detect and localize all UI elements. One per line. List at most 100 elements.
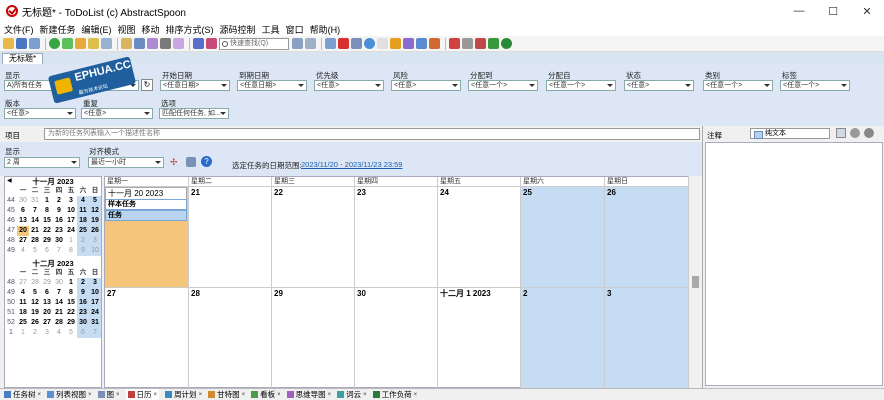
save-all-icon[interactable] <box>29 38 40 49</box>
mini-cal-day[interactable]: 14 <box>53 298 65 308</box>
tag-icon[interactable] <box>488 38 499 49</box>
save-icon[interactable] <box>16 38 27 49</box>
mini-cal-day[interactable]: 4 <box>17 246 29 256</box>
mini-cal-day[interactable]: 16 <box>53 216 65 226</box>
mini-cal-day[interactable]: 17 <box>89 298 101 308</box>
mini-cal-day[interactable]: 27 <box>41 318 53 328</box>
help-icon[interactable]: ? <box>201 156 212 167</box>
view-tab[interactable]: 任务树 × <box>4 389 41 400</box>
mini-cal-day[interactable]: 12 <box>89 206 101 216</box>
sort-icon[interactable] <box>325 38 336 49</box>
day-cell[interactable]: 21 <box>189 187 272 288</box>
day-cell[interactable]: 十一月 20 2023 样本任务 任务 <box>105 187 189 288</box>
comments-options-icon[interactable] <box>864 128 874 138</box>
close-tab-icon[interactable]: × <box>242 392 246 398</box>
mini-cal-day[interactable]: 20 <box>17 226 29 236</box>
view-tab[interactable]: 甘特图 × <box>208 389 245 400</box>
mini-cal-day[interactable]: 8 <box>65 288 77 298</box>
mini-cal-day[interactable]: 19 <box>29 308 41 318</box>
view-tab[interactable]: 周计划 × <box>165 389 202 400</box>
calendar-task[interactable]: 任务 <box>105 210 187 221</box>
mini-cal-day[interactable]: 13 <box>41 298 53 308</box>
mini-cal-day[interactable]: 6 <box>77 328 89 338</box>
close-tab-icon[interactable]: × <box>414 392 418 398</box>
comments-format-combo[interactable]: 纯文本 <box>750 128 830 139</box>
align-mode-combo[interactable]: 最近一小时 <box>88 157 164 168</box>
close-tab-icon[interactable]: × <box>363 392 367 398</box>
mini-cal-day[interactable]: 10 <box>89 246 101 256</box>
mini-cal-day[interactable]: 29 <box>65 318 77 328</box>
quick-find-input[interactable]: 快速查找(Q) <box>219 37 289 50</box>
close-tab-icon[interactable]: × <box>116 392 120 398</box>
close-button[interactable]: ✕ <box>850 0 884 22</box>
menu-help[interactable]: 帮助(H) <box>310 23 341 36</box>
new-task-icon[interactable] <box>75 38 86 49</box>
menu-view[interactable]: 视图 <box>118 23 136 36</box>
date-range-link[interactable]: 2023/11/20 - 2023/11/23 23:59 <box>301 160 402 169</box>
mini-cal-day[interactable]: 11 <box>77 206 89 216</box>
mini-cal-day[interactable]: 27 <box>17 278 29 288</box>
project-name-input[interactable]: 为新的任务列表输入一个描述性名称 <box>44 128 700 140</box>
mini-cal-day[interactable]: 12 <box>29 298 41 308</box>
mini-cal-day[interactable]: 1 <box>17 328 29 338</box>
mini-cal-day[interactable]: 2 <box>29 328 41 338</box>
menu-tools[interactable]: 工具 <box>262 23 280 36</box>
mini-cal-day[interactable]: 16 <box>77 298 89 308</box>
filter-priority-combo[interactable]: <任意> <box>314 80 384 91</box>
filter-start-combo[interactable]: <任意日期> <box>160 80 230 91</box>
move-left-icon[interactable] <box>193 38 204 49</box>
edit-pencil-icon[interactable] <box>88 38 99 49</box>
mini-cal-day[interactable]: 4 <box>77 196 89 206</box>
view-tab[interactable]: 词云 × <box>337 389 367 400</box>
mini-cal-day[interactable]: 6 <box>41 246 53 256</box>
menu-new-task[interactable]: 新建任务 <box>40 23 76 36</box>
mini-cal-day[interactable]: 1 <box>65 278 77 288</box>
mini-cal-day[interactable]: 9 <box>53 206 65 216</box>
filter-alloc-by-combo[interactable]: <任意一个> <box>546 80 616 91</box>
mini-cal-day[interactable]: 18 <box>77 216 89 226</box>
mini-cal-day[interactable]: 9 <box>77 246 89 256</box>
day-cell[interactable]: 23 <box>355 187 438 288</box>
mini-cal-day[interactable]: 9 <box>77 288 89 298</box>
mini-cal-day[interactable]: 2 <box>77 278 89 288</box>
mini-cal-day[interactable]: 5 <box>89 196 101 206</box>
view-tab[interactable]: 看板 × <box>251 389 281 400</box>
find-options-icon[interactable] <box>305 38 316 49</box>
mini-cal-day[interactable]: 22 <box>41 226 53 236</box>
mini-cal-day[interactable]: 25 <box>77 226 89 236</box>
menu-window[interactable]: 窗口 <box>286 23 304 36</box>
find-next-icon[interactable] <box>292 38 303 49</box>
mini-cal-day[interactable]: 7 <box>89 328 101 338</box>
add-task-icon[interactable] <box>49 38 60 49</box>
mini-cal-day[interactable]: 10 <box>65 206 77 216</box>
mini-cal-day[interactable]: 21 <box>29 226 41 236</box>
mini-cal-day[interactable]: 5 <box>65 328 77 338</box>
mini-cal-day[interactable]: 31 <box>89 318 101 328</box>
maximize-button[interactable]: ☐ <box>816 0 850 22</box>
comments-gear-icon[interactable] <box>850 128 860 138</box>
filter-category-combo[interactable]: <任意一个> <box>703 80 773 91</box>
mini-cal-day[interactable]: 6 <box>41 288 53 298</box>
view-tab[interactable]: 思维导图 × <box>286 389 331 400</box>
filter-risk-combo[interactable]: <任意> <box>391 80 461 91</box>
email-icon[interactable] <box>416 38 427 49</box>
add-subtask-icon[interactable] <box>62 38 73 49</box>
mini-cal-day[interactable]: 19 <box>89 216 101 226</box>
mini-cal-day[interactable]: 17 <box>65 216 77 226</box>
mini-cal-day[interactable]: 28 <box>29 236 41 246</box>
menu-file[interactable]: 文件(F) <box>4 23 34 36</box>
mini-cal-day[interactable]: 7 <box>53 246 65 256</box>
view-tab[interactable]: 工作负荷 × <box>372 389 418 400</box>
mini-cal-day[interactable]: 2 <box>77 236 89 246</box>
mini-cal-day[interactable]: 30 <box>77 318 89 328</box>
comment-icon[interactable] <box>147 38 158 49</box>
move-right-icon[interactable] <box>206 38 217 49</box>
day-cell[interactable]: 25 <box>521 187 605 288</box>
view-tab[interactable]: 日历 × <box>125 389 160 400</box>
move-arrows-icon[interactable]: ✢ <box>170 157 180 167</box>
mini-cal-day[interactable]: 1 <box>65 236 77 246</box>
mini-cal-day[interactable]: 24 <box>65 226 77 236</box>
mini-cal-day[interactable]: 26 <box>89 226 101 236</box>
spell-check-icon[interactable] <box>403 38 414 49</box>
print-icon[interactable] <box>160 38 171 49</box>
